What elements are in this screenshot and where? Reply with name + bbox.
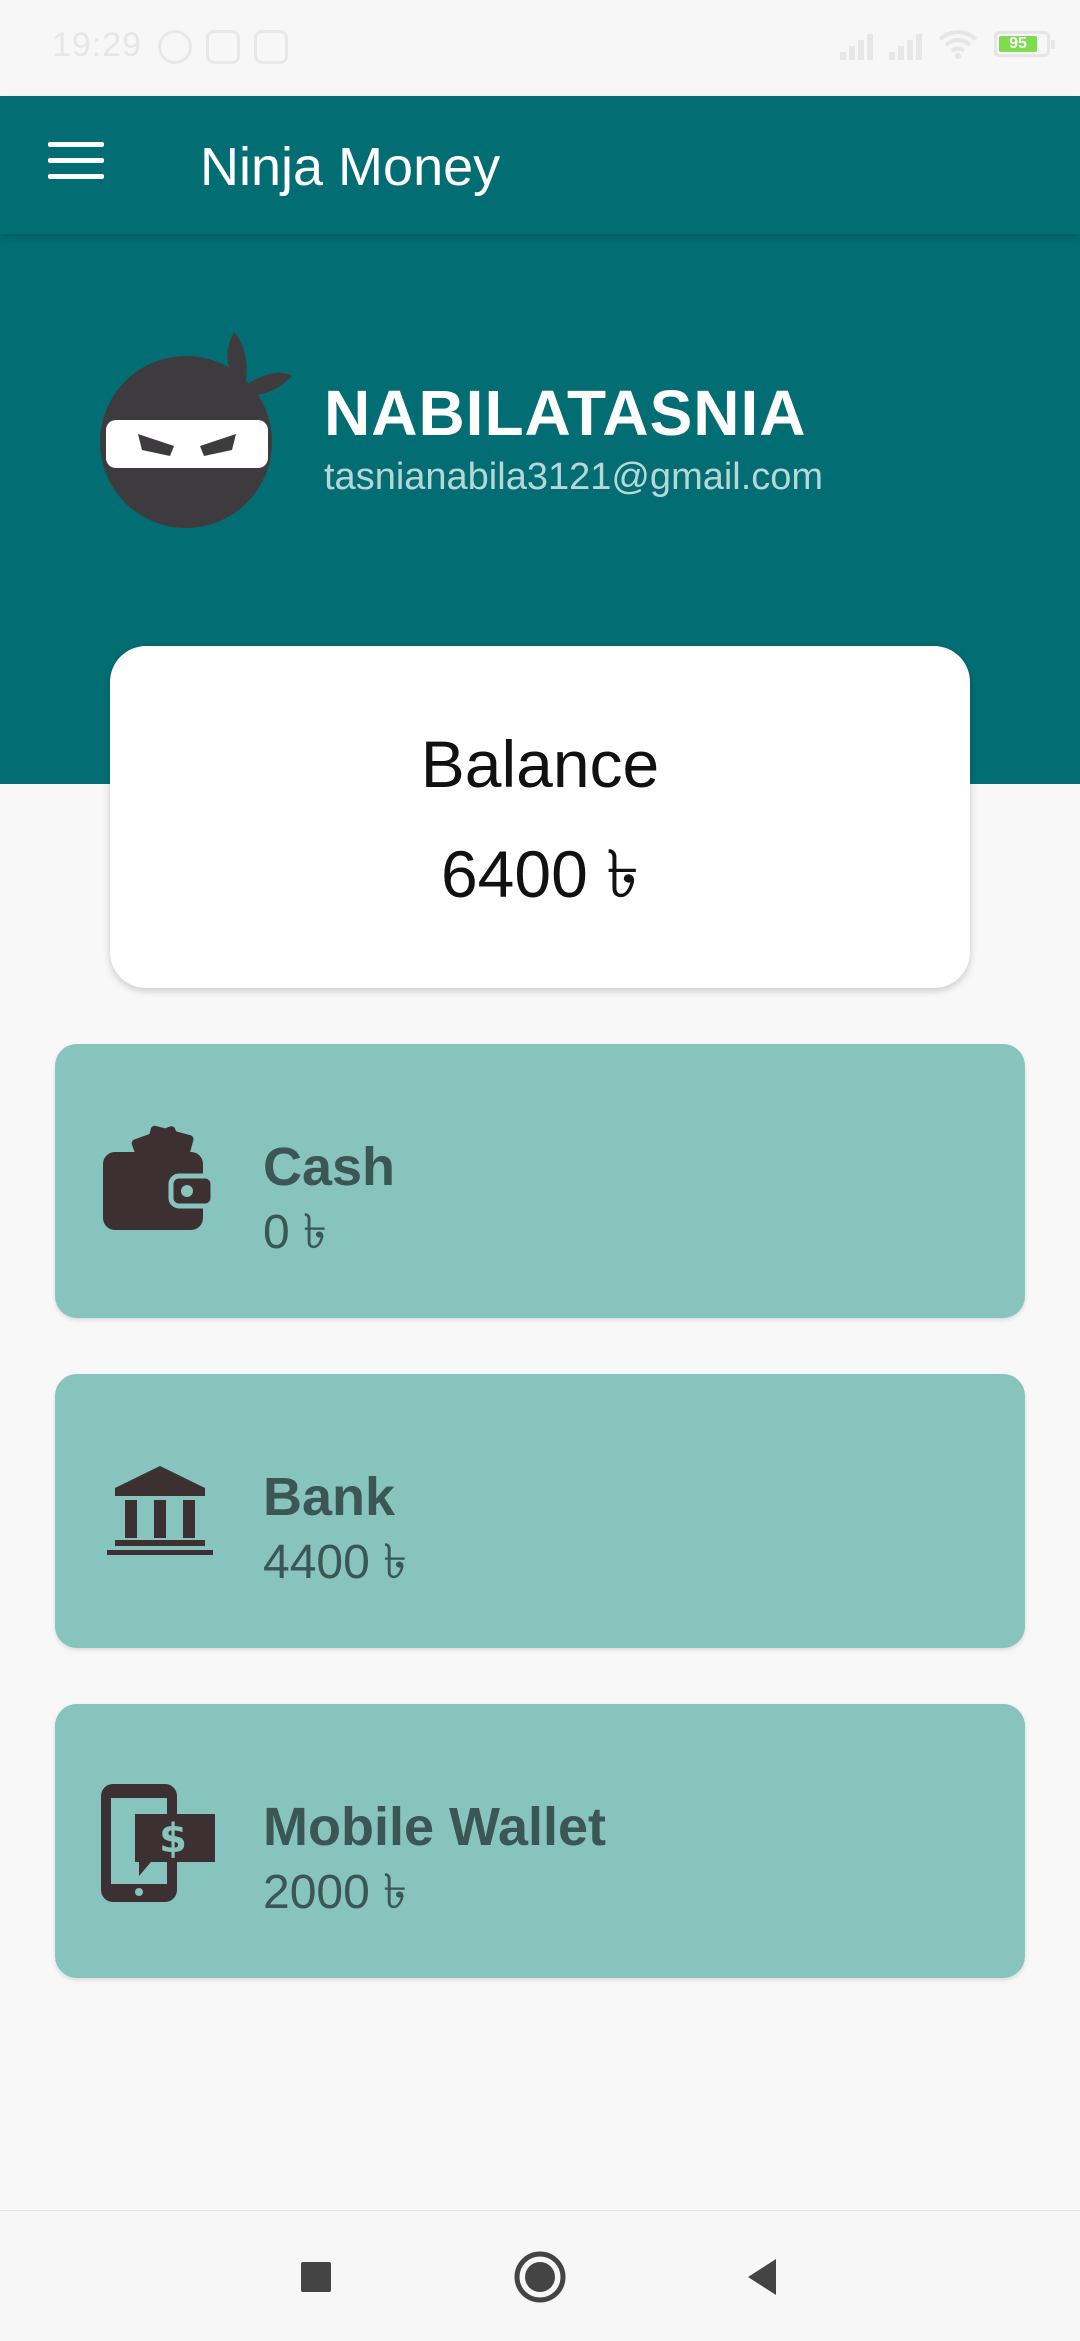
account-amount: 4400 ৳ [263, 1536, 408, 1589]
bank-icon [107, 1466, 213, 1555]
account-card-mobile-wallet[interactable]: $ Mobile Wallet 2000 ৳ [55, 1704, 1025, 1978]
mail-icon [206, 30, 240, 64]
status-system-icons: 95 [840, 28, 1055, 60]
account-name: Mobile Wallet [263, 1797, 607, 1857]
status-bar: 19:29 95 [0, 0, 1080, 96]
battery-level: 95 [999, 36, 1037, 52]
status-time: 19:29 [52, 26, 143, 64]
account-card-bank[interactable]: Bank 4400 ৳ [55, 1374, 1025, 1648]
ninja-avatar-icon [100, 332, 292, 528]
account-card-cash[interactable]: Cash 0 ৳ [55, 1044, 1025, 1318]
hamburger-menu-icon[interactable] [48, 142, 104, 186]
balance-label: Balance [420, 727, 660, 801]
image-icon [254, 30, 288, 64]
account-name: Cash [263, 1137, 396, 1197]
user-email: tasnianabila3121@gmail.com [324, 456, 824, 498]
account-amount: 2000 ৳ [263, 1866, 408, 1919]
signal-icon [840, 28, 873, 60]
svg-text:$: $ [159, 1816, 187, 1862]
balance-value: 6400 ৳ [440, 837, 640, 911]
notification-icon [158, 30, 192, 64]
home-icon[interactable] [510, 2247, 570, 2307]
account-amount: 0 ৳ [263, 1206, 327, 1259]
back-icon[interactable] [734, 2247, 794, 2307]
wifi-icon [938, 30, 978, 59]
balance-card: Balance 6400 ৳ [110, 646, 970, 988]
mobile-wallet-icon: $ [101, 1784, 215, 1902]
app-bar: Ninja Money [0, 96, 1080, 234]
user-name: NABILATASNIA [324, 377, 807, 449]
system-nav-bar [0, 2210, 1080, 2341]
signal-icon [889, 28, 922, 60]
status-notification-icons [158, 30, 288, 64]
wallet-icon [103, 1125, 216, 1230]
account-name: Bank [263, 1467, 396, 1527]
recent-apps-icon[interactable] [286, 2247, 346, 2307]
battery-icon: 95 [994, 31, 1055, 57]
app-title: Ninja Money [200, 137, 501, 197]
